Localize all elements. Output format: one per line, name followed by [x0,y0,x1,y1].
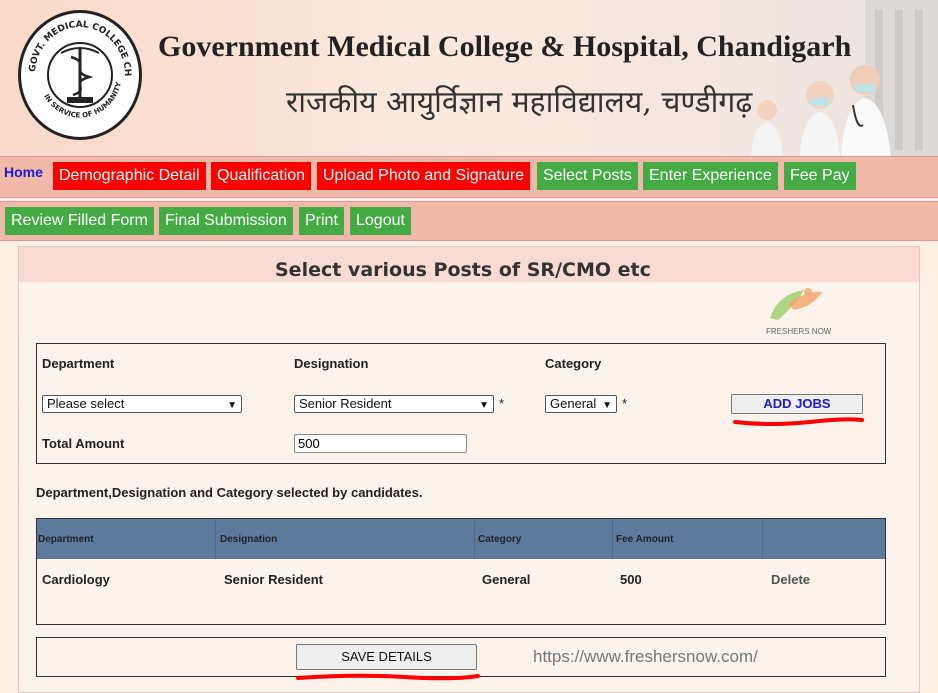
header-banner: GOVT. MEDICAL COLLEGE CHANDIGARH IN SERV… [0,0,938,156]
college-title-hindi: राजकीय आयुर्विज्ञान महाविद्यालय, चण्डीगढ… [286,85,753,120]
row-category: General [482,572,531,587]
column-header-designation: Designation [220,534,278,545]
designation-select[interactable]: Senior Resident ▼ [294,395,494,413]
chevron-down-icon: ▼ [227,400,237,411]
doctors-illustration [751,0,938,156]
chevron-down-icon: ▼ [479,400,489,411]
department-select-value: Please select [47,396,125,411]
freshersnow-url-watermark: https://www.freshersnow.com/ [533,647,758,666]
column-header-category: Category [478,534,522,545]
freshersnow-watermark-text: FRESHERS NOW [766,327,832,336]
tab-demographic-detail[interactable]: Demographic Detail [53,162,206,190]
selected-posts-table: Department Designation Category Fee Amou… [36,518,886,625]
save-details-button[interactable]: SAVE DETAILS [296,644,477,670]
tab-enter-experience[interactable]: Enter Experience [643,162,778,190]
designation-label: Designation [294,356,369,371]
total-amount-label: Total Amount [42,436,125,451]
tab-review-filled-form[interactable]: Review Filled Form [5,207,154,235]
home-link[interactable]: Home [4,164,43,180]
panel-title: Select various Posts of SR/CMO etc [275,259,651,281]
designation-required-mark: * [499,396,505,411]
table-header: Department Designation Category Fee Amou… [37,519,885,559]
category-label: Category [545,356,602,371]
category-select[interactable]: General ▼ [545,395,617,413]
chevron-down-icon: ▼ [602,400,612,411]
total-amount-field[interactable]: 500 [294,434,467,453]
row-fee-amount: 500 [620,572,642,587]
freshersnow-watermark-logo: FRESHERS NOW [748,284,832,344]
tab-select-posts[interactable]: Select Posts [537,162,638,190]
tab-upload-photo-signature[interactable]: Upload Photo and Signature [317,162,531,190]
tab-qualification[interactable]: Qualification [211,162,312,190]
tab-print[interactable]: Print [299,207,344,235]
add-jobs-button[interactable]: ADD JOBS [731,394,863,414]
tab-fee-pay[interactable]: Fee Pay [784,162,856,190]
department-label: Department [42,356,115,371]
category-required-mark: * [622,396,628,411]
column-header-fee-amount: Fee Amount [616,534,674,545]
delete-link[interactable]: Delete [771,572,810,587]
tab-logout[interactable]: Logout [350,207,411,235]
department-select[interactable]: Please select ▼ [42,395,242,413]
panel-header: Select various Posts of SR/CMO etc [19,247,919,282]
selected-posts-caption: Department,Designation and Category sele… [36,485,423,500]
tab-final-submission[interactable]: Final Submission [159,207,293,235]
designation-select-value: Senior Resident [299,396,392,411]
svg-text:GOVT. MEDICAL COLLEGE CHANDIGA: GOVT. MEDICAL COLLEGE CHANDIGARH [21,13,132,77]
column-header-department: Department [38,534,94,545]
row-department: Cardiology [42,572,110,587]
college-logo: GOVT. MEDICAL COLLEGE CHANDIGARH IN SERV… [18,10,142,140]
category-select-value: General [550,396,597,411]
row-designation: Senior Resident [224,572,323,587]
